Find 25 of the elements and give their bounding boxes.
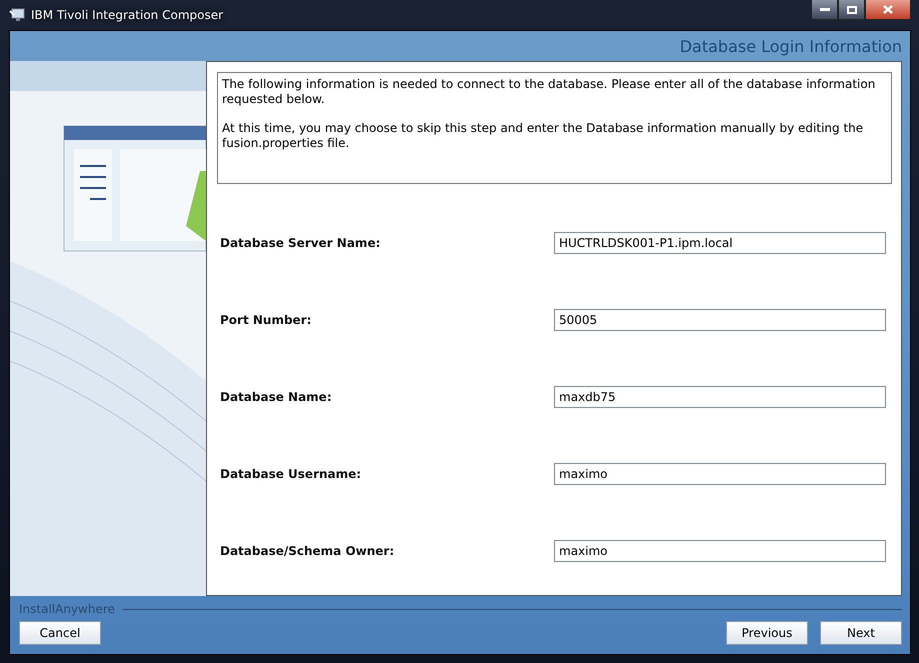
input-field[interactable]: maximo [554, 540, 886, 562]
close-button[interactable] [865, 0, 911, 20]
field-label: Database/Schema Owner: [220, 544, 394, 558]
next-button[interactable]: Next [820, 621, 902, 645]
info-paragraph: The following information is needed to connect to the database. Please enter all of the database information requested below. [222, 77, 876, 107]
brand-label: InstallAnywhere [19, 602, 115, 616]
field-label: Port Number: [220, 312, 312, 326]
field-label: Database Name: [220, 390, 332, 404]
input-field[interactable]: 50005 [554, 308, 886, 330]
monitor-icon [9, 8, 25, 22]
field-label: Database Server Name: [220, 236, 380, 250]
field-label: Database Username: [220, 466, 362, 480]
maximize-button[interactable] [838, 0, 865, 20]
input-field[interactable]: HUCTRLDSK001-P1.ipm.local [554, 232, 886, 254]
info-paragraph: At this time, you may choose to skip this step and enter the Database information manually by editing the fusion.properties file. [222, 121, 864, 151]
minimize-button[interactable] [811, 0, 838, 20]
input-field[interactable]: maximo [554, 462, 886, 484]
input-field[interactable]: maxdb75 [554, 386, 886, 408]
close-icon [883, 5, 893, 14]
previous-button[interactable]: Previous [726, 621, 808, 645]
maximize-icon [846, 6, 856, 14]
window-title: IBM Tivoli Integration Composer [31, 8, 224, 22]
cancel-button[interactable]: Cancel [19, 621, 101, 645]
page-heading: Database Login Information [680, 36, 902, 56]
minimize-icon [820, 8, 830, 12]
